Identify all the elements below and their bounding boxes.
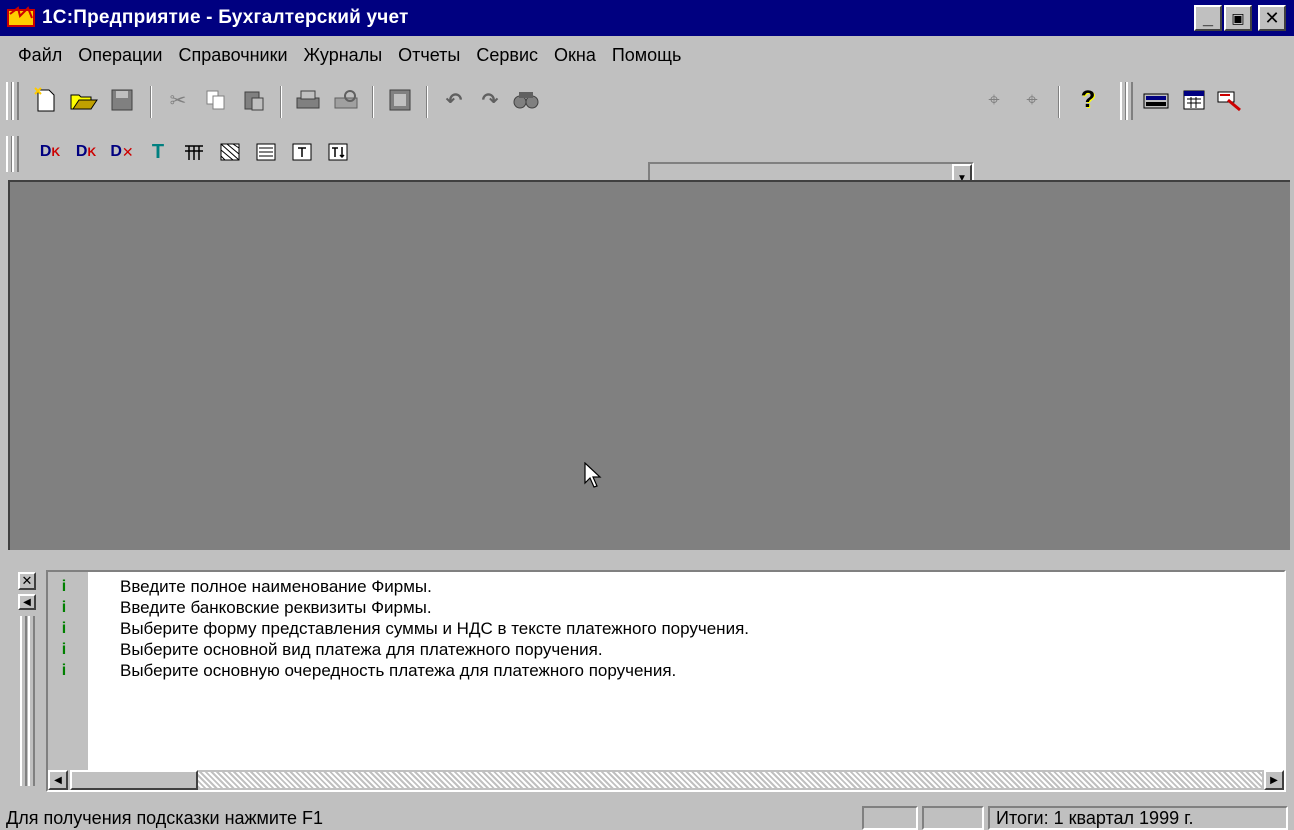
undo-icon[interactable]: ↶ [438,84,470,116]
close-button[interactable]: ✕ [1258,5,1286,31]
horizontal-scrollbar[interactable]: ◀ ▶ [48,770,1284,790]
maximize-button[interactable]: ▣ [1224,5,1252,31]
message-window: ✕ ◀ i Введите полное наименование Фирмы.… [8,556,1290,794]
window-title: 1С:Предприятие - Бухгалтерский учет [42,7,409,28]
cut-icon[interactable]: ✂ [162,84,194,116]
toolbar-grip[interactable] [12,136,19,172]
info-icon: i [61,661,67,679]
transaction-journal-icon[interactable]: DK [34,136,66,168]
info-icon: i [61,619,67,637]
scroll-track[interactable] [198,772,1262,788]
find-icon[interactable] [510,84,542,116]
standard-toolbar: ✂ ↶ ↷ ▼ ⌖ ⌖ ? [0,76,1294,194]
find-previous-icon[interactable]: ⌖ [1016,84,1048,116]
info-icon: i [61,577,67,595]
print-icon[interactable] [292,84,324,116]
transactions-icon[interactable]: DK [70,136,102,168]
menu-references[interactable]: Справочники [170,45,295,66]
app-logo-icon[interactable] [6,4,36,32]
calculator-icon[interactable] [1140,84,1172,116]
copy-icon[interactable] [200,84,232,116]
table-icon[interactable] [178,136,210,168]
menu-service[interactable]: Сервис [468,45,546,66]
chevron-right-icon: ▶ [1270,774,1278,786]
menu-help[interactable]: Помощь [604,45,690,66]
filter-icon[interactable]: T [142,136,174,168]
new-document-icon[interactable] [30,84,62,116]
print-preview-icon[interactable] [330,84,362,116]
menu-journals[interactable]: Журналы [296,45,391,66]
chevron-left-icon: ◀ [54,774,62,786]
toolbar-grip[interactable] [1126,82,1133,120]
message-row[interactable]: i Введите банковские реквизиты Фирмы. [48,597,1284,618]
message-row[interactable]: i Выберите форму представления суммы и Н… [48,618,1284,639]
panel-grip[interactable] [28,616,35,786]
message-row[interactable]: i Выберите основной вид платежа для плат… [48,639,1284,660]
find-next-icon[interactable]: ⌖ [978,84,1010,116]
menu-reports[interactable]: Отчеты [390,45,468,66]
save-icon[interactable] [106,84,138,116]
status-cell [922,806,984,830]
scroll-left-button[interactable]: ◀ [48,770,68,790]
message-list[interactable]: i Введите полное наименование Фирмы. i В… [46,570,1286,792]
chevron-left-icon: ◀ [23,596,31,608]
properties-icon[interactable] [384,84,416,116]
text-field-icon[interactable] [286,136,318,168]
text-field-insert-icon[interactable] [322,136,354,168]
close-icon: ✕ [21,573,33,588]
open-folder-icon[interactable] [68,84,100,116]
mouse-cursor-icon [584,462,602,488]
close-icon: ✕ [1264,8,1280,28]
menu-operations[interactable]: Операции [70,45,170,66]
help-icon[interactable]: ? [1072,84,1104,116]
status-cell [862,806,918,830]
calendar-icon[interactable] [1178,84,1210,116]
restore-icon: ▣ [1231,10,1245,26]
message-row[interactable]: i Выберите основную очередность платежа … [48,660,1284,681]
redo-icon[interactable]: ↷ [474,84,506,116]
scroll-thumb[interactable] [70,770,198,790]
pattern-icon[interactable] [214,136,246,168]
minimize-icon: _ [1202,8,1213,28]
panel-grip[interactable] [20,616,27,786]
quick-search-icon[interactable] [1214,84,1246,116]
menu-bar: Файл Операции Справочники Журналы Отчеты… [0,38,1294,72]
message-window-dock-button[interactable]: ◀ [18,594,36,610]
transactions-toolbar: DK DK D ✕ T [0,130,448,178]
info-icon: i [61,640,67,658]
toolbar-grip[interactable] [12,82,19,120]
title-bar[interactable]: 1С:Предприятие - Бухгалтерский учет _ ▣ … [0,0,1294,36]
menu-windows[interactable]: Окна [546,45,604,66]
status-period: Итоги: 1 квартал 1999 г. [988,806,1288,830]
scroll-right-button[interactable]: ▶ [1264,770,1284,790]
delete-transactions-icon[interactable]: D ✕ [106,136,138,168]
mdi-workspace[interactable] [8,180,1290,550]
menu-file[interactable]: Файл [10,45,70,66]
message-window-close-button[interactable]: ✕ [18,572,36,590]
status-bar: Для получения подсказки нажмите F1 Итоги… [0,806,1294,830]
form-icon[interactable] [250,136,282,168]
info-icon: i [61,598,67,616]
message-row[interactable]: i Введите полное наименование Фирмы. [48,576,1284,597]
minimize-button[interactable]: _ [1194,5,1222,31]
paste-icon[interactable] [238,84,270,116]
status-hint: Для получения подсказки нажмите F1 [6,808,324,828]
